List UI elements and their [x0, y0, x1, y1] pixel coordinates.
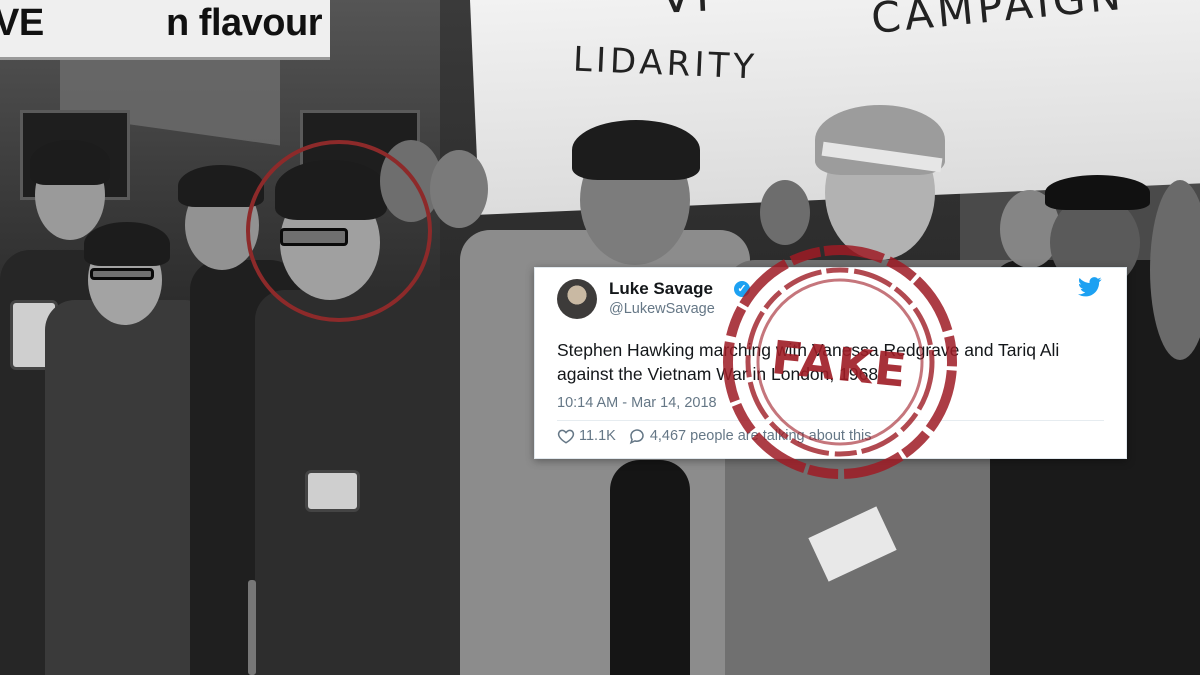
- like-count: 11.1K: [579, 428, 616, 444]
- banner-text-solidarity: LIDARITY: [572, 39, 759, 88]
- tweet-timestamp[interactable]: 10:14 AM - Mar 14, 2018: [557, 395, 717, 411]
- person-hair: [572, 120, 700, 180]
- heart-icon[interactable]: [557, 427, 575, 445]
- fake-stamp: FAKE: [706, 228, 974, 496]
- twitter-bird-icon[interactable]: [1078, 277, 1102, 297]
- tweet-author-name[interactable]: Luke Savage: [609, 279, 713, 299]
- person-hair: [84, 222, 170, 266]
- glasses: [90, 268, 154, 280]
- banner-text-top: VI: [659, 0, 714, 24]
- person-head: [430, 150, 488, 228]
- bus-sign-text: n flavour: [166, 2, 322, 44]
- avatar[interactable]: [557, 279, 597, 319]
- person-hair: [30, 140, 110, 185]
- fake-stamp-graphic: FAKE: [723, 245, 957, 479]
- person-shirt: [610, 460, 690, 675]
- highlight-circle: [246, 140, 432, 322]
- camera: [305, 470, 360, 512]
- bus-sign-fragment: VE: [0, 2, 44, 44]
- banner-text-campaign: CAMPAIGN: [869, 0, 1127, 44]
- tweet-author-handle[interactable]: @LukewSavage: [609, 301, 715, 317]
- person-cap: [1045, 175, 1150, 210]
- fake-stamp-label: FAKE: [769, 330, 911, 398]
- comment-icon[interactable]: [628, 427, 646, 445]
- walking-cane: [248, 580, 256, 675]
- bus-sign: VE n flavour: [0, 0, 330, 60]
